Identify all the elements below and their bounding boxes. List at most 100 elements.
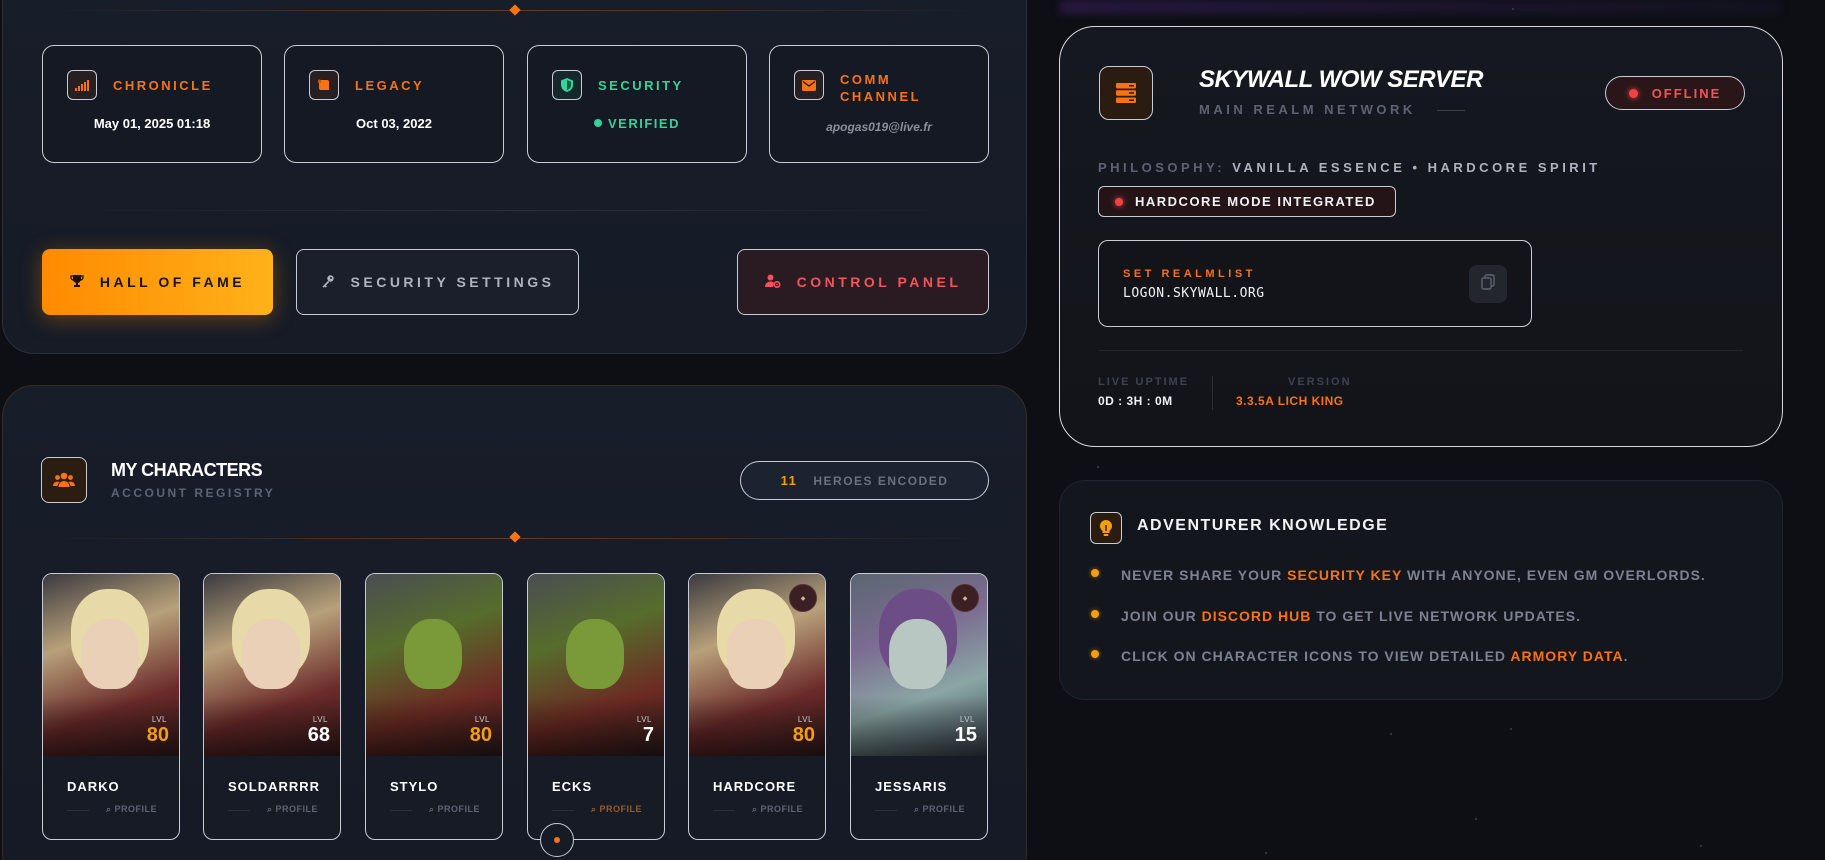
- character-card-jessaris[interactable]: ◆ LVL 15 JESSARIS ⌕ PROFILE: [850, 573, 988, 840]
- level-tag: LVL: [474, 715, 490, 724]
- stat-label: SECURITY: [598, 78, 684, 93]
- portrait-face: [404, 619, 462, 689]
- character-name: SOLDARRRR: [228, 779, 321, 794]
- background-star: [1097, 466, 1099, 468]
- server-icon: [1099, 66, 1153, 120]
- background-star: [1700, 845, 1702, 847]
- copy-realmlist-button[interactable]: [1469, 265, 1507, 303]
- character-level: 15: [954, 724, 977, 746]
- uptime-value: 0D : 3H : 0M: [1098, 394, 1173, 408]
- stat-card-legacy: LEGACY Oct 03, 2022: [284, 45, 504, 163]
- character-card-darko[interactable]: LVL 80 DARKO ⌕ PROFILE: [42, 573, 180, 840]
- knowledge-tip: JOIN OUR DISCORD HUB TO GET LIVE NETWORK…: [1091, 608, 1581, 624]
- verified-status: VERIFIED: [528, 116, 746, 131]
- stat-label: LEGACY: [355, 78, 425, 93]
- card-line: [875, 810, 897, 811]
- users-icon: [41, 457, 87, 503]
- character-card-stylo[interactable]: LVL 80 STYLO ⌕ PROFILE: [365, 573, 503, 840]
- stat-label: COMM CHANNEL: [840, 72, 922, 104]
- character-level: 80: [469, 724, 492, 746]
- knowledge-title: ADVENTURER KNOWLEDGE: [1137, 517, 1389, 534]
- realmlist-value: LOGON.SKYWALL.ORG: [1123, 286, 1265, 301]
- character-name: HARDCORE: [713, 779, 797, 794]
- character-level: 7: [642, 724, 654, 746]
- control-panel-button[interactable]: CONTROL PANEL: [737, 249, 989, 315]
- background-glow: [1060, 0, 1780, 14]
- server-philosophy: PHILOSOPHY: VANILLA ESSENCE • HARDCORE S…: [1098, 160, 1601, 175]
- status-dot: [1628, 88, 1638, 98]
- characters-subtitle: ACCOUNT REGISTRY: [111, 486, 276, 500]
- user-gear-icon: [764, 274, 781, 291]
- hall-of-fame-button[interactable]: HALL OF FAME: [42, 249, 273, 315]
- tip-bullet: [1091, 569, 1099, 577]
- carousel-pager-dot[interactable]: [540, 823, 574, 857]
- card-line: [552, 810, 574, 811]
- tip-text: .: [1623, 648, 1629, 664]
- character-card-ecks[interactable]: LVL 7 ECKS ⌕ PROFILE: [527, 573, 665, 840]
- tip-text: JOIN OUR: [1121, 608, 1202, 624]
- trophy-icon: [70, 274, 84, 291]
- character-card-hardcore[interactable]: ◆ LVL 80 HARDCORE ⌕ PROFILE: [688, 573, 826, 840]
- shield-icon: [552, 70, 582, 100]
- stat-card-comm-channel: COMM CHANNEL apogas019@live.fr: [769, 45, 989, 163]
- key-icon: [321, 274, 335, 291]
- level-tag: LVL: [312, 715, 328, 724]
- profile-link[interactable]: ⌕ PROFILE: [752, 804, 803, 815]
- realmlist-box: SET REALMLIST LOGON.SKYWALL.ORG: [1098, 240, 1532, 327]
- hardcore-mode-badge: HARDCORE MODE INTEGRATED: [1098, 186, 1396, 217]
- philosophy-value: VANILLA ESSENCE • HARDCORE SPIRIT: [1232, 160, 1601, 175]
- hall-of-fame-label: HALL OF FAME: [99, 274, 246, 290]
- character-name: DARKO: [67, 779, 120, 794]
- card-line: [67, 810, 89, 811]
- server-status-badge: OFFLINE: [1605, 76, 1745, 110]
- heroes-count-badge: 11 HEROES ENCODED: [740, 461, 989, 500]
- server-title: SKYWALL WOW SERVER: [1199, 66, 1483, 93]
- version-label: VERSION: [1288, 376, 1352, 388]
- portrait-face: [242, 619, 300, 689]
- stat-separator: [1212, 376, 1213, 410]
- realmlist-label: SET REALMLIST: [1123, 268, 1256, 280]
- uptime-label: LIVE UPTIME: [1098, 376, 1190, 388]
- profile-label: PROFILE: [760, 804, 803, 814]
- tip-text: WITH ANYONE, EVEN GM OVERLORDS.: [1402, 567, 1706, 583]
- hardcore-mode-text: HARDCORE MODE INTEGRATED: [1135, 194, 1376, 209]
- profile-link[interactable]: ⌕ PROFILE: [267, 804, 318, 815]
- background-star: [1512, 8, 1514, 10]
- profile-label: PROFILE: [114, 804, 157, 814]
- wow-badge-icon: ◆: [789, 584, 817, 612]
- tip-bullet: [1091, 650, 1099, 658]
- heroes-label: HEROES ENCODED: [813, 473, 949, 488]
- characters-title: MY CHARACTERS: [111, 460, 263, 480]
- background-star: [1475, 818, 1477, 820]
- knowledge-tip: CLICK ON CHARACTER ICONS TO VIEW DETAILE…: [1091, 648, 1629, 664]
- profile-link[interactable]: ⌕ PROFILE: [106, 804, 157, 815]
- scroll-icon: [309, 70, 339, 100]
- character-card-soldarrrr[interactable]: LVL 68 SOLDARRRR ⌕ PROFILE: [203, 573, 341, 840]
- tip-highlight-link[interactable]: SECURITY KEY: [1287, 567, 1402, 583]
- server-status-text: OFFLINE: [1651, 85, 1722, 101]
- level-tag: LVL: [797, 715, 813, 724]
- character-name: STYLO: [390, 779, 439, 794]
- profile-link[interactable]: ⌕ PROFILE: [591, 804, 642, 815]
- character-name: JESSARIS: [875, 779, 948, 794]
- tip-highlight-link[interactable]: DISCORD HUB: [1202, 608, 1312, 624]
- profile-label: PROFILE: [922, 804, 965, 814]
- background-star: [1390, 733, 1392, 735]
- tip-highlight-link[interactable]: ARMORY DATA: [1510, 648, 1623, 664]
- tip-text: TO GET LIVE NETWORK UPDATES.: [1311, 608, 1581, 624]
- version-value: 3.3.5A LICH KING: [1236, 394, 1344, 408]
- level-tag: LVL: [636, 715, 652, 724]
- tip-text: CLICK ON CHARACTER ICONS TO VIEW DETAILE…: [1121, 648, 1511, 664]
- security-settings-button[interactable]: SECURITY SETTINGS: [296, 249, 579, 315]
- level-tag: LVL: [151, 715, 167, 724]
- signal-icon: [67, 70, 97, 100]
- profile-link[interactable]: ⌕ PROFILE: [429, 804, 480, 815]
- tip-bullet: [1091, 610, 1099, 618]
- character-name: ECKS: [552, 779, 593, 794]
- stat-value: Oct 03, 2022: [356, 116, 432, 131]
- character-level: 68: [307, 724, 330, 746]
- profile-link[interactable]: ⌕ PROFILE: [914, 804, 965, 815]
- server-divider: [1098, 350, 1743, 351]
- level-tag: LVL: [959, 715, 975, 724]
- card-line: [390, 810, 412, 811]
